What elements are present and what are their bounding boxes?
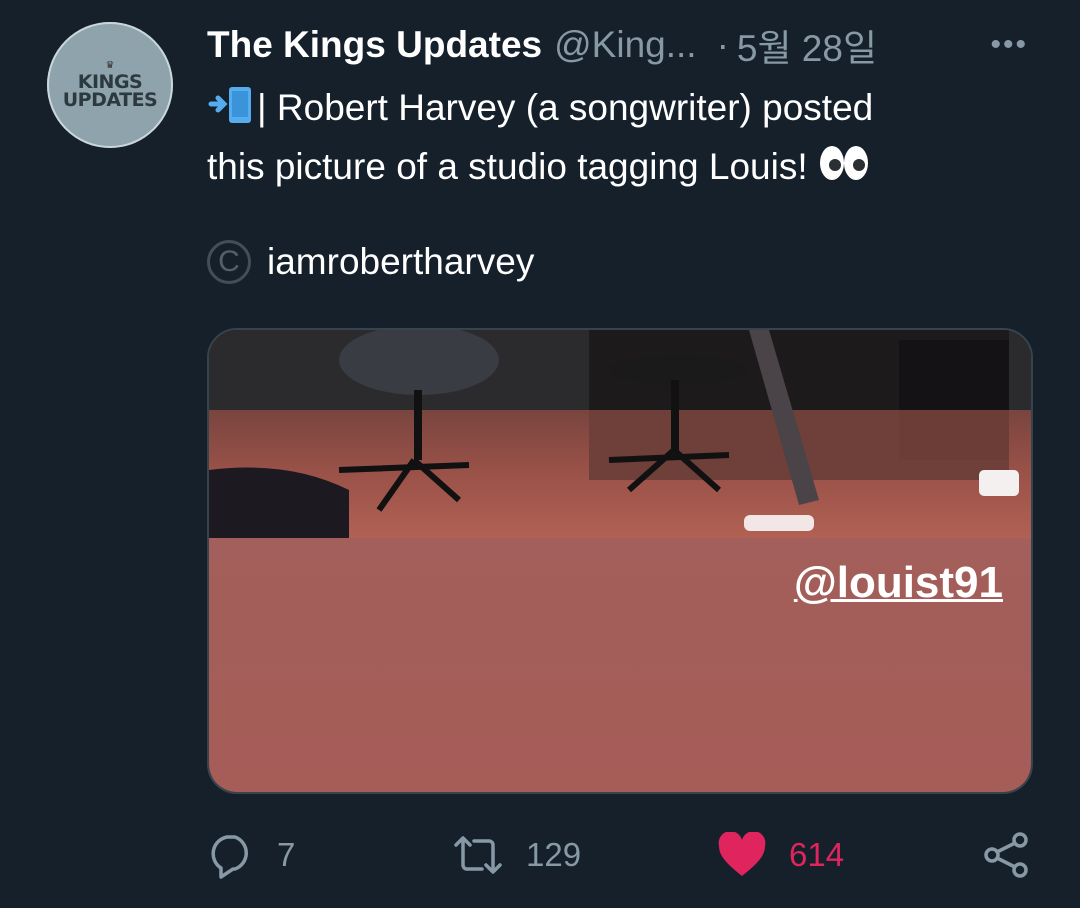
share-icon bbox=[984, 832, 1028, 878]
phone-arrow-icon bbox=[207, 84, 257, 139]
tweet-header: The Kings Updates @King... · 5월 28일 bbox=[207, 22, 1040, 69]
crown-icon: ♛ bbox=[105, 60, 115, 71]
retweet-icon bbox=[454, 836, 502, 874]
reply-icon bbox=[211, 835, 248, 879]
share-button[interactable] bbox=[982, 825, 1030, 885]
reply-count: 7 bbox=[277, 836, 296, 873]
tweet-text-line2: this picture of a studio tagging Louis! bbox=[207, 146, 808, 187]
reply-button[interactable]: 7 bbox=[207, 825, 295, 885]
tweet-text-line1: | Robert Harvey (a songwriter) posted bbox=[257, 87, 874, 128]
author-name[interactable]: The Kings Updates bbox=[207, 24, 542, 66]
studio-photo bbox=[209, 330, 1031, 538]
tweet-actions: 7 129 614 bbox=[207, 825, 1033, 885]
avatar[interactable]: ♛ KINGS UPDATES bbox=[47, 22, 173, 148]
studio-scene-illustration bbox=[209, 330, 1031, 538]
retweet-button[interactable]: 129 bbox=[452, 825, 581, 885]
tweet-date[interactable]: 5월 28일 bbox=[737, 18, 877, 72]
mention-tag[interactable]: @louist91 bbox=[794, 558, 1003, 608]
eyes-icon bbox=[818, 143, 870, 198]
separator-dot: · bbox=[716, 24, 729, 65]
avatar-text-line2: UPDATES bbox=[62, 89, 158, 111]
heart-icon bbox=[718, 832, 766, 876]
credit-text: iamrobertharvey bbox=[267, 241, 535, 282]
tweet-text: | Robert Harvey (a songwriter) posted th… bbox=[207, 80, 1007, 198]
tweet-image[interactable]: @louist91 bbox=[207, 328, 1033, 794]
more-options-icon[interactable]: ••• bbox=[990, 30, 1028, 60]
copyright-icon: C bbox=[207, 240, 251, 284]
credit-line: C iamrobertharvey bbox=[207, 240, 534, 284]
like-button[interactable]: 614 bbox=[717, 825, 844, 885]
retweet-count: 129 bbox=[526, 836, 582, 873]
author-handle[interactable]: @King... bbox=[554, 24, 696, 66]
like-count: 614 bbox=[789, 836, 845, 873]
